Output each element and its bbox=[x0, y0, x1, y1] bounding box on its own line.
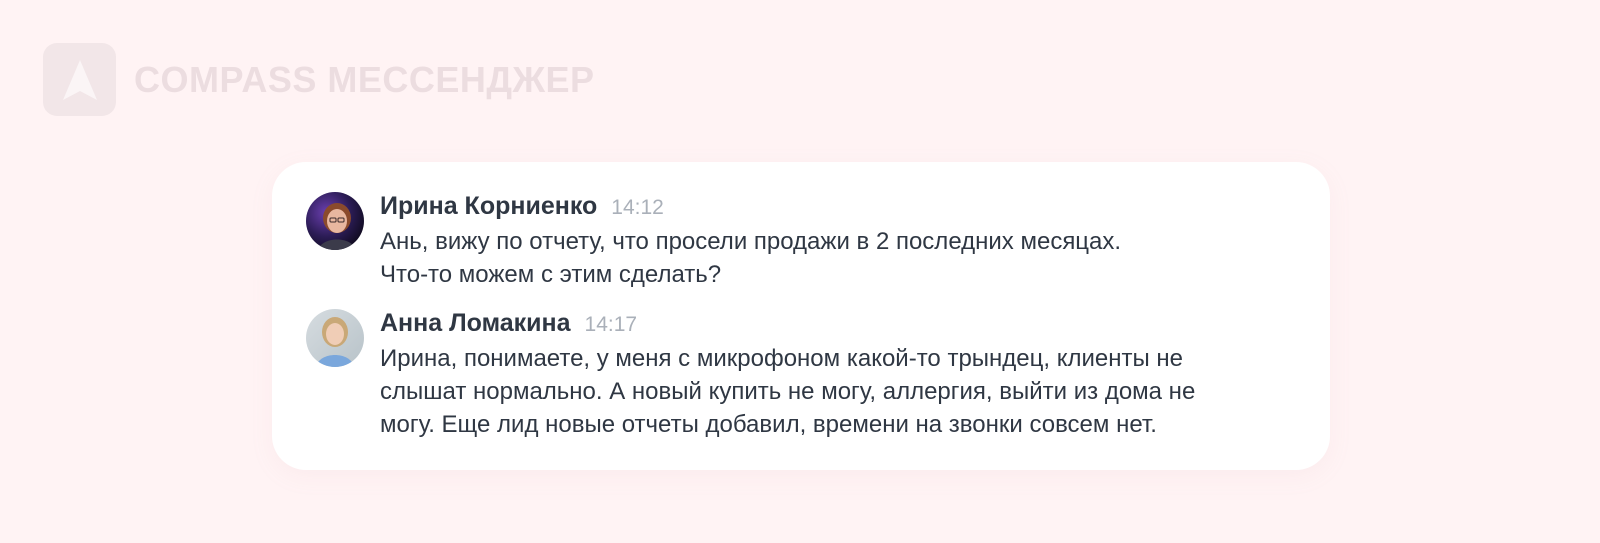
message-item: Ирина Корниенко 14:12 Ань, вижу по отчет… bbox=[306, 192, 1310, 291]
message-item: Анна Ломакина 14:17 Ирина, понимаете, у … bbox=[306, 309, 1310, 441]
message-time: 14:12 bbox=[611, 196, 664, 219]
message-line: могу. Еще лид новые отчеты добавил, врем… bbox=[380, 411, 1157, 438]
message-body: Анна Ломакина 14:17 Ирина, понимаете, у … bbox=[380, 309, 1195, 441]
message-header: Анна Ломакина 14:17 bbox=[380, 309, 1195, 339]
author-name[interactable]: Анна Ломакина bbox=[380, 309, 571, 338]
brand-header: COMPASS МЕССЕНДЖЕР bbox=[43, 43, 595, 116]
author-name[interactable]: Ирина Корниенко bbox=[380, 192, 597, 221]
message-text: Ань, вижу по отчету, что просели продажи… bbox=[380, 225, 1121, 291]
message-header: Ирина Корниенко 14:12 bbox=[380, 192, 1121, 222]
avatar-anna[interactable] bbox=[306, 309, 364, 367]
message-text: Ирина, понимаете, у меня с микрофоном ка… bbox=[380, 342, 1195, 441]
avatar-irina[interactable] bbox=[306, 192, 364, 250]
message-time: 14:17 bbox=[584, 313, 638, 336]
message-line: Ирина, понимаете, у меня с микрофоном ка… bbox=[380, 345, 1184, 372]
chat-card: Ирина Корниенко 14:12 Ань, вижу по отчет… bbox=[272, 162, 1330, 470]
message-line: слышат нормально. А новый купить не могу… bbox=[380, 378, 1196, 405]
compass-logo-icon bbox=[43, 43, 116, 116]
message-body: Ирина Корниенко 14:12 Ань, вижу по отчет… bbox=[380, 192, 1121, 291]
message-line: Ань, вижу по отчету, что просели продажи… bbox=[380, 228, 1122, 255]
brand-name: COMPASS МЕССЕНДЖЕР bbox=[134, 58, 595, 100]
message-line: Что-то можем с этим сделать? bbox=[380, 261, 722, 288]
